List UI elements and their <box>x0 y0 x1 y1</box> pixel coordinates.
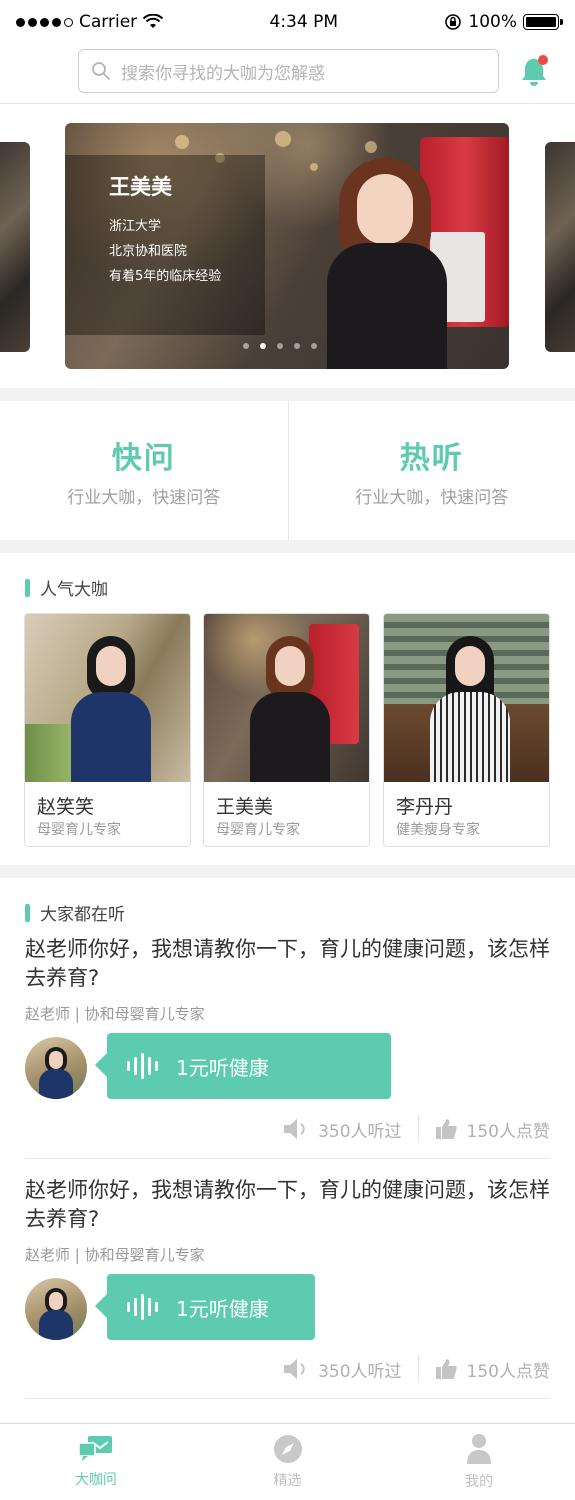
tab-mine[interactable]: 我的 <box>383 1424 575 1500</box>
banner-carousel[interactable]: 王美美 浙江大学 北京协和医院 有着5年的临床经验 <box>0 104 575 388</box>
expert-card[interactable]: 赵笑笑 母婴育儿专家 <box>24 613 191 847</box>
signal-strength-icon <box>16 17 73 27</box>
qa-item[interactable]: 赵老师你好，我想请教你一下，育儿的健康问题，该怎样去养育? 赵老师 | 协和母婴… <box>25 1176 550 1406</box>
expert-role: 健美瘦身专家 <box>396 822 480 838</box>
voice-label: 1元听健康 <box>176 1055 269 1080</box>
status-right: 100% <box>444 12 563 32</box>
banner-card[interactable]: 王美美 浙江大学 北京协和医院 有着5年的临床经验 <box>65 123 509 369</box>
sound-wave-icon <box>127 1053 158 1079</box>
tab-label: 我的 <box>465 1474 494 1490</box>
expert-card[interactable]: 王美美 母婴育儿专家 <box>203 613 370 847</box>
status-left: Carrier <box>16 12 164 32</box>
speaker-icon <box>284 1359 305 1379</box>
section-accent-bar <box>25 578 30 597</box>
carrier-label: Carrier <box>79 12 138 32</box>
status-bar: Carrier 4:34 PM 100% <box>0 0 575 44</box>
qa-stats: 350人听过 150人点赞 <box>282 1356 550 1382</box>
tab-label: 精选 <box>273 1473 302 1489</box>
search-input[interactable]: 搜索你寻找的大咖为您解惑 <box>78 49 499 93</box>
like-count[interactable]: 150人点赞 <box>435 1357 550 1382</box>
search-icon <box>92 62 110 80</box>
expert-photo <box>204 614 369 782</box>
divider <box>25 1158 550 1159</box>
entry-subtitle: 行业大咖，快速问答 <box>355 488 509 508</box>
expert-photo <box>384 614 549 782</box>
quick-ask-entry[interactable]: 快问 行业大咖，快速问答 <box>0 401 288 540</box>
expert-role: 母婴育儿专家 <box>216 822 300 838</box>
carousel-dot[interactable] <box>277 343 283 349</box>
chat-bubbles-icon <box>78 1436 112 1461</box>
like-count-text: 150人点赞 <box>466 1121 550 1142</box>
entry-title: 热听 <box>399 441 464 476</box>
avatar[interactable] <box>25 1278 87 1340</box>
battery-icon <box>523 14 563 30</box>
next-banner-card[interactable] <box>545 142 575 352</box>
expert-card[interactable]: 李丹丹 健美瘦身专家 <box>383 613 550 847</box>
banner-expert-photo <box>327 158 447 369</box>
wifi-icon <box>143 14 164 28</box>
popular-experts-section: 人气大咖 赵笑笑 母婴育儿专家 王美美 母婴育儿专家 李丹丹 健美瘦身专家 <box>0 553 575 865</box>
entry-title: 快问 <box>111 441 176 476</box>
notification-dot <box>538 55 548 65</box>
carousel-dot[interactable] <box>311 343 317 349</box>
battery-percent: 100% <box>468 12 517 32</box>
carousel-dot[interactable] <box>294 343 300 349</box>
tab-bar: 大咖问 精选 我的 <box>0 1423 575 1500</box>
qa-item[interactable]: 赵老师你好，我想请教你一下，育儿的健康问题，该怎样去养育? 赵老师 | 协和母婴… <box>25 935 550 1165</box>
like-count-text: 150人点赞 <box>466 1361 550 1382</box>
search-placeholder: 搜索你寻找的大咖为您解惑 <box>121 63 325 84</box>
listen-count-text: 350人听过 <box>318 1361 402 1382</box>
tab-label: 大咖问 <box>74 1472 117 1488</box>
expert-name: 李丹丹 <box>396 796 454 818</box>
speaker-icon <box>284 1119 305 1139</box>
listening-section: 大家都在听 赵老师你好，我想请教你一下，育儿的健康问题，该怎样去养育? 赵老师 … <box>0 878 575 1423</box>
status-time: 4:34 PM <box>269 12 339 32</box>
compass-icon <box>273 1435 302 1463</box>
section-accent-bar <box>25 903 30 922</box>
expert-role: 母婴育儿专家 <box>37 822 121 838</box>
quick-entries: 快问 行业大咖，快速问答 热听 行业大咖，快速问答 <box>0 401 575 540</box>
listen-count: 350人听过 <box>282 1117 402 1142</box>
entry-subtitle: 行业大咖，快速问答 <box>67 488 221 508</box>
section-title: 大家都在听 <box>25 900 125 925</box>
banner-line-2: 北京协和医院 <box>109 244 188 259</box>
carousel-dot[interactable] <box>243 343 249 349</box>
rotation-lock-icon <box>445 14 462 30</box>
listen-count-text: 350人听过 <box>318 1121 402 1142</box>
like-count[interactable]: 150人点赞 <box>435 1117 550 1142</box>
bell-icon[interactable] <box>520 55 548 89</box>
user-icon <box>467 1434 492 1464</box>
prev-banner-card[interactable] <box>0 142 30 352</box>
qa-stats: 350人听过 150人点赞 <box>282 1116 550 1142</box>
avatar[interactable] <box>25 1037 87 1099</box>
expert-name: 赵笑笑 <box>37 796 95 818</box>
carousel-dot-active[interactable] <box>260 343 266 349</box>
section-title: 人气大咖 <box>25 575 108 600</box>
listen-count: 350人听过 <box>282 1357 402 1382</box>
qa-author: 赵老师 | 协和母婴育儿专家 <box>25 1005 205 1023</box>
voice-label: 1元听健康 <box>176 1296 269 1321</box>
thumbs-up-icon <box>435 1119 457 1139</box>
banner-expert-name: 王美美 <box>109 175 172 199</box>
qa-question: 赵老师你好，我想请教你一下，育儿的健康问题，该怎样去养育? <box>25 937 550 990</box>
expert-photo <box>25 614 190 782</box>
carousel-indicator <box>243 343 317 349</box>
voice-play-button[interactable]: 1元听健康 <box>95 1033 391 1099</box>
voice-play-button[interactable]: 1元听健康 <box>95 1274 315 1340</box>
section-title-text: 人气大咖 <box>40 580 108 600</box>
banner-line-1: 浙江大学 <box>109 219 162 234</box>
tab-ask[interactable]: 大咖问 <box>0 1424 192 1500</box>
thumbs-up-icon <box>435 1359 457 1379</box>
sound-wave-icon <box>127 1294 158 1320</box>
section-title-text: 大家都在听 <box>40 905 125 925</box>
expert-name: 王美美 <box>216 796 274 818</box>
tab-featured[interactable]: 精选 <box>192 1424 384 1500</box>
search-header: 搜索你寻找的大咖为您解惑 <box>0 44 575 104</box>
divider <box>25 1398 550 1399</box>
qa-author: 赵老师 | 协和母婴育儿专家 <box>25 1246 205 1264</box>
hot-listen-entry[interactable]: 热听 行业大咖，快速问答 <box>287 401 575 540</box>
banner-line-3: 有着5年的临床经验 <box>109 269 222 284</box>
qa-question: 赵老师你好，我想请教你一下，育儿的健康问题，该怎样去养育? <box>25 1178 550 1231</box>
app-screen: Carrier 4:34 PM 100% 搜索你寻找的大咖为您解惑 王美美 浙江… <box>0 0 575 1500</box>
